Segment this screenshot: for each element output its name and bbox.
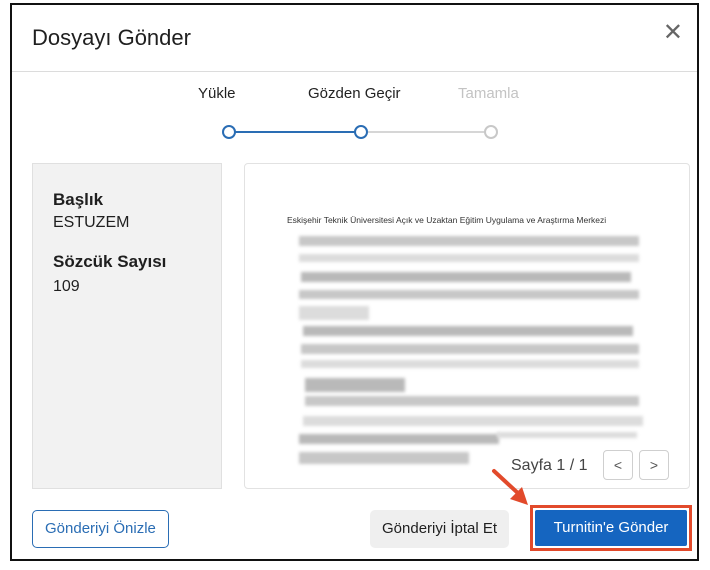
- step-connector-pending: [368, 131, 488, 133]
- chevron-right-icon[interactable]: >: [639, 450, 669, 480]
- chevron-left-icon[interactable]: <: [603, 450, 633, 480]
- step-label-review: Gözden Geçir: [308, 85, 401, 102]
- step-label-upload: Yükle: [198, 85, 236, 102]
- submission-info-panel: Başlık ESTUZEM Sözcük Sayısı 109: [32, 163, 222, 489]
- title-label: Başlık: [53, 190, 104, 209]
- submit-to-turnitin-button[interactable]: Turnitin'e Gönder: [535, 510, 687, 546]
- document-heading: Eskişehir Teknik Üniversitesi Açık ve Uz…: [287, 215, 607, 225]
- wordcount-value: 109: [53, 278, 80, 295]
- step-dot-complete: [484, 125, 498, 139]
- preview-submission-button[interactable]: Gönderiyi Önizle: [32, 510, 169, 548]
- title-value: ESTUZEM: [53, 214, 130, 231]
- step-connector-done: [234, 131, 358, 133]
- dialog-title: Dosyayı Gönder: [32, 25, 191, 50]
- submit-highlight-box: Turnitin'e Gönder: [530, 505, 692, 551]
- dialog-header: Dosyayı Gönder ✕: [12, 5, 697, 72]
- progress-stepper: Yükle Gözden Geçir Tamamla: [12, 71, 697, 151]
- step-dot-review: [354, 125, 368, 139]
- cancel-submission-button[interactable]: Gönderiyi İptal Et: [370, 510, 510, 548]
- wordcount-label: Sözcük Sayısı: [53, 252, 167, 271]
- close-icon[interactable]: ✕: [663, 21, 683, 45]
- submit-file-dialog: Dosyayı Gönder ✕ Yükle Gözden Geçir Tama…: [10, 3, 699, 561]
- step-label-complete: Tamamla: [458, 85, 519, 102]
- arrow-annotation-icon: [492, 469, 528, 505]
- document-preview: Eskişehir Teknik Üniversitesi Açık ve Uz…: [244, 163, 690, 489]
- step-dot-upload: [222, 125, 236, 139]
